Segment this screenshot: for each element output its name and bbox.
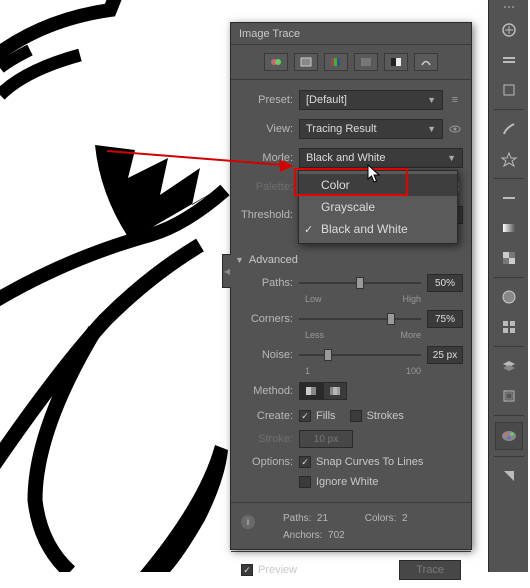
- mode-dropdown-menu: Color Grayscale ✓Black and White: [298, 170, 458, 244]
- trace-button: Trace: [399, 560, 461, 580]
- dock-color-icon[interactable]: [495, 422, 523, 450]
- method-label: Method:: [239, 385, 299, 397]
- check-icon: ✓: [304, 223, 313, 236]
- trace-stats: i Paths: 21 Anchors: 702 Colors: 2: [231, 502, 471, 551]
- dock-button-2[interactable]: [495, 46, 523, 74]
- advanced-disclosure[interactable]: ▼ Advanced: [231, 248, 471, 270]
- dock-layers-icon[interactable]: [495, 352, 523, 380]
- view-dropdown[interactable]: Tracing Result▼: [299, 119, 443, 139]
- palette-label: Palette:: [239, 181, 299, 193]
- snap-curves-checkbox[interactable]: [299, 456, 311, 468]
- dock-drag-handle[interactable]: [494, 6, 524, 12]
- preset-label: Preset:: [239, 94, 299, 106]
- fills-checkbox[interactable]: [299, 410, 311, 422]
- preset-black-white-icon[interactable]: [384, 53, 408, 71]
- preset-low-color-icon[interactable]: [324, 53, 348, 71]
- noise-slider[interactable]: [299, 346, 421, 364]
- options-label: Options:: [239, 456, 299, 468]
- stroke-width-label: Stroke:: [239, 433, 299, 445]
- method-abutting-button[interactable]: [299, 382, 323, 400]
- stroke-width-value: 10 px: [299, 430, 353, 448]
- disclosure-triangle-icon: ▼: [235, 255, 244, 265]
- dock-transparency-icon[interactable]: [495, 244, 523, 272]
- dock-artboards-icon[interactable]: [495, 382, 523, 410]
- chevron-down-icon: ▼: [427, 124, 436, 134]
- dock-appearance-icon[interactable]: [495, 283, 523, 311]
- corners-slider[interactable]: [299, 310, 421, 328]
- right-dock: [488, 0, 528, 572]
- mode-option-color[interactable]: Color: [299, 174, 457, 196]
- dock-swatches-icon[interactable]: [495, 462, 523, 490]
- method-overlapping-button[interactable]: [323, 382, 347, 400]
- mode-option-grayscale[interactable]: Grayscale: [299, 196, 457, 218]
- dock-button-3[interactable]: [495, 76, 523, 104]
- preset-auto-color-icon[interactable]: [264, 53, 288, 71]
- preset-outline-icon[interactable]: [414, 53, 438, 71]
- dock-symbols-icon[interactable]: [495, 145, 523, 173]
- strokes-checkbox[interactable]: [350, 410, 362, 422]
- noise-value[interactable]: 25 px: [427, 346, 463, 364]
- view-eye-icon[interactable]: [447, 121, 463, 137]
- corners-value[interactable]: 75%: [427, 310, 463, 328]
- corners-label: Corners:: [239, 313, 299, 325]
- paths-label: Paths:: [239, 277, 299, 289]
- mode-label: Mode:: [239, 152, 299, 164]
- chevron-down-icon: ▼: [447, 153, 456, 163]
- preview-checkbox[interactable]: [241, 564, 253, 576]
- create-label: Create:: [239, 410, 299, 422]
- paths-slider[interactable]: [299, 274, 421, 292]
- dock-stroke-icon[interactable]: [495, 184, 523, 212]
- mode-dropdown[interactable]: Black and White▼: [299, 148, 463, 168]
- trace-presets-row: [231, 45, 471, 80]
- noise-label: Noise:: [239, 349, 299, 361]
- mode-option-bw[interactable]: ✓Black and White: [299, 218, 457, 240]
- chevron-down-icon: ▼: [427, 95, 436, 105]
- threshold-label: Threshold:: [239, 209, 299, 221]
- panel-collapse-tab[interactable]: ◀: [222, 254, 231, 288]
- preset-dropdown[interactable]: [Default]▼: [299, 90, 443, 110]
- paths-value[interactable]: 50%: [427, 274, 463, 292]
- info-icon: i: [241, 515, 255, 529]
- view-label: View:: [239, 123, 299, 135]
- preset-high-color-icon[interactable]: [294, 53, 318, 71]
- dock-graphic-styles-icon[interactable]: [495, 313, 523, 341]
- preset-grayscale-icon[interactable]: [354, 53, 378, 71]
- panel-titlebar[interactable]: Image Trace: [231, 23, 471, 45]
- preset-menu-icon[interactable]: ≡: [447, 92, 463, 108]
- dock-button-1[interactable]: [495, 16, 523, 44]
- dock-gradient-icon[interactable]: [495, 214, 523, 242]
- ignore-white-checkbox[interactable]: [299, 476, 311, 488]
- image-trace-panel: ◀ Image Trace Preset: [Default]▼ ≡ View:…: [230, 22, 472, 550]
- dock-brushes-icon[interactable]: [495, 115, 523, 143]
- panel-title-text: Image Trace: [239, 23, 300, 45]
